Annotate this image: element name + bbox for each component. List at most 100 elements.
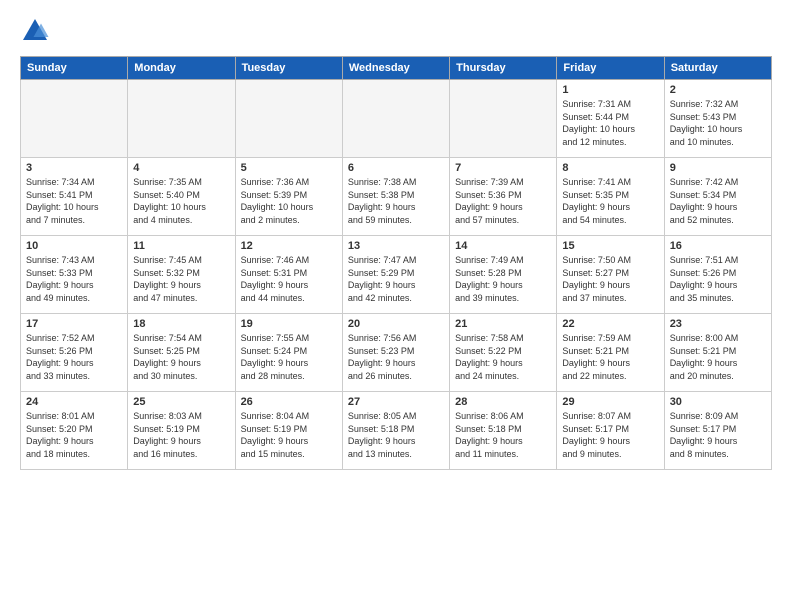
calendar-cell: 4 Sunrise: 7:35 AM Sunset: 5:40 PM Daylig… xyxy=(128,158,235,236)
day-info: Sunrise: 7:43 AM Sunset: 5:33 PM Dayligh… xyxy=(26,254,122,304)
calendar-cell: 7 Sunrise: 7:39 AM Sunset: 5:36 PM Daylig… xyxy=(450,158,557,236)
day-number: 17 xyxy=(26,318,122,330)
weekday-header-tuesday: Tuesday xyxy=(235,57,342,80)
header-area xyxy=(20,16,772,46)
calendar-cell: 15 Sunrise: 7:50 AM Sunset: 5:27 PM Dayli… xyxy=(557,236,664,314)
day-number: 4 xyxy=(133,162,229,174)
calendar-cell: 8Sunrise: 7:41 AM Sunset: 5:35 PM Daylig… xyxy=(557,158,664,236)
day-number: 25 xyxy=(133,396,229,408)
calendar-cell: 13 Sunrise: 7:47 AM Sunset: 5:29 PM Dayli… xyxy=(342,236,449,314)
calendar-cell: 5Sunrise: 7:36 AM Sunset: 5:39 PM Daylig… xyxy=(235,158,342,236)
weekday-header-thursday: Thursday xyxy=(450,57,557,80)
day-info: Sunrise: 8:03 AM Sunset: 5:19 PM Dayligh… xyxy=(133,410,229,460)
day-number: 20 xyxy=(348,318,444,330)
logo xyxy=(20,16,54,46)
calendar-cell: 3 Sunrise: 7:34 AM Sunset: 5:41 PM Daylig… xyxy=(21,158,128,236)
day-info: Sunrise: 7:45 AM Sunset: 5:32 PM Dayligh… xyxy=(133,254,229,304)
calendar-cell: 1Sunrise: 7:31 AM Sunset: 5:44 PM Daylig… xyxy=(557,80,664,158)
day-number: 11 xyxy=(133,240,229,252)
calendar-cell xyxy=(342,80,449,158)
calendar-cell: 20 Sunrise: 7:56 AM Sunset: 5:23 PM Dayli… xyxy=(342,314,449,392)
day-number: 10 xyxy=(26,240,122,252)
day-number: 18 xyxy=(133,318,229,330)
day-number: 12 xyxy=(241,240,337,252)
day-number: 7 xyxy=(455,162,551,174)
day-info: Sunrise: 7:59 AM Sunset: 5:21 PM Dayligh… xyxy=(562,332,658,382)
weekday-header-friday: Friday xyxy=(557,57,664,80)
calendar-cell: 14 Sunrise: 7:49 AM Sunset: 5:28 PM Dayli… xyxy=(450,236,557,314)
week-row-5: 24 Sunrise: 8:01 AM Sunset: 5:20 PM Dayli… xyxy=(21,392,772,470)
day-number: 13 xyxy=(348,240,444,252)
day-number: 24 xyxy=(26,396,122,408)
day-number: 2 xyxy=(670,84,766,96)
day-info: Sunrise: 7:38 AM Sunset: 5:38 PM Dayligh… xyxy=(348,176,444,226)
weekday-header-saturday: Saturday xyxy=(664,57,771,80)
calendar-cell: 18 Sunrise: 7:54 AM Sunset: 5:25 PM Dayli… xyxy=(128,314,235,392)
calendar-cell: 25 Sunrise: 8:03 AM Sunset: 5:19 PM Dayli… xyxy=(128,392,235,470)
calendar-cell: 17 Sunrise: 7:52 AM Sunset: 5:26 PM Dayli… xyxy=(21,314,128,392)
day-info: Sunrise: 7:46 AM Sunset: 5:31 PM Dayligh… xyxy=(241,254,337,304)
day-info: Sunrise: 7:51 AM Sunset: 5:26 PM Dayligh… xyxy=(670,254,766,304)
calendar-cell xyxy=(450,80,557,158)
calendar-cell: 23 Sunrise: 8:00 AM Sunset: 5:21 PM Dayli… xyxy=(664,314,771,392)
day-info: Sunrise: 8:00 AM Sunset: 5:21 PM Dayligh… xyxy=(670,332,766,382)
calendar-cell: 22 Sunrise: 7:59 AM Sunset: 5:21 PM Dayli… xyxy=(557,314,664,392)
day-info: Sunrise: 7:56 AM Sunset: 5:23 PM Dayligh… xyxy=(348,332,444,382)
calendar-cell: 6 Sunrise: 7:38 AM Sunset: 5:38 PM Daylig… xyxy=(342,158,449,236)
calendar-cell: 16 Sunrise: 7:51 AM Sunset: 5:26 PM Dayli… xyxy=(664,236,771,314)
day-info: Sunrise: 7:55 AM Sunset: 5:24 PM Dayligh… xyxy=(241,332,337,382)
day-info: Sunrise: 7:58 AM Sunset: 5:22 PM Dayligh… xyxy=(455,332,551,382)
calendar-cell: 2 Sunrise: 7:32 AM Sunset: 5:43 PM Daylig… xyxy=(664,80,771,158)
day-info: Sunrise: 7:32 AM Sunset: 5:43 PM Dayligh… xyxy=(670,98,766,148)
calendar-cell: 12 Sunrise: 7:46 AM Sunset: 5:31 PM Dayli… xyxy=(235,236,342,314)
week-row-4: 17 Sunrise: 7:52 AM Sunset: 5:26 PM Dayli… xyxy=(21,314,772,392)
day-number: 22 xyxy=(562,318,658,330)
day-info: Sunrise: 8:04 AM Sunset: 5:19 PM Dayligh… xyxy=(241,410,337,460)
day-number: 23 xyxy=(670,318,766,330)
day-info: Sunrise: 7:49 AM Sunset: 5:28 PM Dayligh… xyxy=(455,254,551,304)
calendar-cell: 27 Sunrise: 8:05 AM Sunset: 5:18 PM Dayli… xyxy=(342,392,449,470)
day-number: 15 xyxy=(562,240,658,252)
day-number: 26 xyxy=(241,396,337,408)
day-number: 16 xyxy=(670,240,766,252)
day-number: 28 xyxy=(455,396,551,408)
calendar-cell: 24 Sunrise: 8:01 AM Sunset: 5:20 PM Dayli… xyxy=(21,392,128,470)
week-row-2: 3 Sunrise: 7:34 AM Sunset: 5:41 PM Daylig… xyxy=(21,158,772,236)
day-number: 9 xyxy=(670,162,766,174)
day-info: Sunrise: 7:34 AM Sunset: 5:41 PM Dayligh… xyxy=(26,176,122,226)
page: SundayMondayTuesdayWednesdayThursdayFrid… xyxy=(0,0,792,612)
day-number: 6 xyxy=(348,162,444,174)
day-info: Sunrise: 7:54 AM Sunset: 5:25 PM Dayligh… xyxy=(133,332,229,382)
day-number: 14 xyxy=(455,240,551,252)
day-info: Sunrise: 7:52 AM Sunset: 5:26 PM Dayligh… xyxy=(26,332,122,382)
day-info: Sunrise: 7:47 AM Sunset: 5:29 PM Dayligh… xyxy=(348,254,444,304)
calendar-cell: 26 Sunrise: 8:04 AM Sunset: 5:19 PM Dayli… xyxy=(235,392,342,470)
day-info: Sunrise: 7:35 AM Sunset: 5:40 PM Dayligh… xyxy=(133,176,229,226)
day-info: Sunrise: 8:05 AM Sunset: 5:18 PM Dayligh… xyxy=(348,410,444,460)
weekday-header-wednesday: Wednesday xyxy=(342,57,449,80)
day-info: Sunrise: 7:50 AM Sunset: 5:27 PM Dayligh… xyxy=(562,254,658,304)
calendar-cell: 29Sunrise: 8:07 AM Sunset: 5:17 PM Dayli… xyxy=(557,392,664,470)
weekday-header-row: SundayMondayTuesdayWednesdayThursdayFrid… xyxy=(21,57,772,80)
calendar-cell: 28 Sunrise: 8:06 AM Sunset: 5:18 PM Dayli… xyxy=(450,392,557,470)
weekday-header-monday: Monday xyxy=(128,57,235,80)
day-number: 27 xyxy=(348,396,444,408)
day-number: 21 xyxy=(455,318,551,330)
calendar-cell: 19 Sunrise: 7:55 AM Sunset: 5:24 PM Dayli… xyxy=(235,314,342,392)
week-row-1: 1Sunrise: 7:31 AM Sunset: 5:44 PM Daylig… xyxy=(21,80,772,158)
day-info: Sunrise: 7:39 AM Sunset: 5:36 PM Dayligh… xyxy=(455,176,551,226)
day-info: Sunrise: 7:31 AM Sunset: 5:44 PM Dayligh… xyxy=(562,98,658,148)
weekday-header-sunday: Sunday xyxy=(21,57,128,80)
calendar-cell xyxy=(21,80,128,158)
day-number: 19 xyxy=(241,318,337,330)
day-info: Sunrise: 8:01 AM Sunset: 5:20 PM Dayligh… xyxy=(26,410,122,460)
calendar-cell: 21 Sunrise: 7:58 AM Sunset: 5:22 PM Dayli… xyxy=(450,314,557,392)
day-number: 29 xyxy=(562,396,658,408)
day-info: Sunrise: 7:36 AM Sunset: 5:39 PM Dayligh… xyxy=(241,176,337,226)
day-number: 3 xyxy=(26,162,122,174)
calendar-table: SundayMondayTuesdayWednesdayThursdayFrid… xyxy=(20,56,772,470)
day-number: 8 xyxy=(562,162,658,174)
logo-icon xyxy=(20,16,50,46)
day-info: Sunrise: 7:42 AM Sunset: 5:34 PM Dayligh… xyxy=(670,176,766,226)
day-info: Sunrise: 8:06 AM Sunset: 5:18 PM Dayligh… xyxy=(455,410,551,460)
